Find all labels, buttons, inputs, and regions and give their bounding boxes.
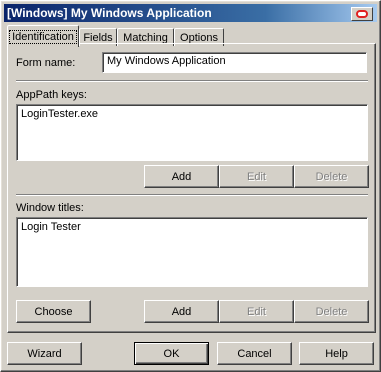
divider — [16, 80, 368, 82]
wizard-button[interactable]: Wizard — [7, 342, 82, 365]
apppath-edit-button[interactable]: Edit — [219, 165, 294, 188]
apppath-keys-list[interactable]: LoginTester.exe — [16, 104, 368, 161]
dialog-window: [Windows] My Windows Application Identif… — [0, 0, 381, 372]
tab-identification-label: Identification — [9, 29, 77, 44]
window-titles-delete-button[interactable]: Delete — [294, 300, 369, 323]
divider — [16, 194, 368, 196]
window-titles-edit-button[interactable]: Edit — [219, 300, 294, 323]
form-name-field[interactable]: My Windows Application — [102, 52, 367, 73]
apppath-keys-label: AppPath keys: — [16, 89, 87, 101]
ok-button[interactable]: OK — [134, 342, 209, 365]
close-icon — [356, 10, 368, 18]
help-button[interactable]: Help — [299, 342, 374, 365]
window-titles-add-button[interactable]: Add — [144, 300, 219, 323]
cancel-button[interactable]: Cancel — [217, 342, 292, 365]
tab-identification[interactable]: Identification — [7, 25, 79, 47]
identification-panel: Form name: My Windows Application AppPat… — [7, 43, 376, 333]
list-item[interactable]: Login Tester — [21, 221, 363, 233]
list-item[interactable]: LoginTester.exe — [21, 108, 363, 120]
tab-options-label: Options — [180, 31, 218, 44]
apppath-delete-button[interactable]: Delete — [294, 165, 369, 188]
window-titles-list[interactable]: Login Tester — [16, 217, 368, 287]
choose-button[interactable]: Choose — [16, 300, 91, 323]
title-bar[interactable]: [Windows] My Windows Application — [4, 4, 377, 22]
window-title: [Windows] My Windows Application — [7, 6, 212, 20]
tab-matching-label: Matching — [123, 31, 168, 44]
tab-fields-label: Fields — [83, 31, 113, 44]
form-name-label: Form name: — [16, 57, 76, 69]
window-titles-label: Window titles: — [16, 202, 84, 214]
close-button[interactable] — [351, 7, 373, 21]
apppath-add-button[interactable]: Add — [144, 165, 219, 188]
